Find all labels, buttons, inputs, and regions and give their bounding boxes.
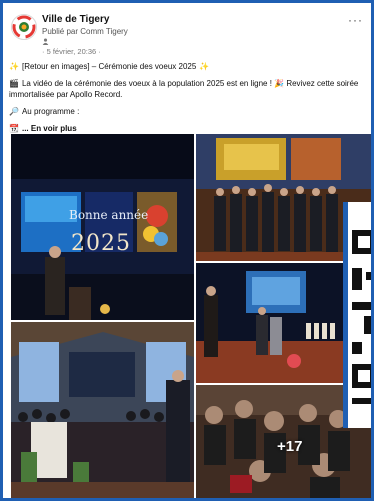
published-by[interactable]: Publié par Comm Tigery — [42, 27, 128, 36]
post-title-line: ✨ [Retour en images] – Cérémonie des voeu… — [9, 61, 363, 72]
qr-module — [364, 316, 371, 334]
qr-module — [366, 272, 371, 280]
see-more-link[interactable]: ... En voir plus — [22, 124, 77, 133]
program-label: Au programme : — [21, 107, 80, 116]
qr-module — [352, 302, 371, 310]
post-date[interactable]: · 5 février, 20:36 · — [42, 47, 101, 56]
sparkle-icon: ✨ — [199, 62, 210, 71]
more-options-button[interactable]: ··· — [348, 13, 363, 27]
camera-icon: 🎬 — [9, 79, 19, 88]
sparkle-icon: ✨ — [9, 62, 19, 71]
photo-gallery: Bonne année 2025 +17 — [6, 134, 371, 498]
qr-module — [352, 268, 362, 290]
post-header: Ville de Tigery Publié par Comm Tigery ·… — [9, 11, 365, 59]
see-more-line: 📆... En voir plus — [9, 123, 363, 134]
photo-hall-audience[interactable] — [11, 322, 194, 498]
photo-stage-speech[interactable] — [196, 263, 345, 383]
page-avatar[interactable] — [11, 14, 37, 40]
admin-icon — [42, 38, 49, 47]
photo-stage-screen[interactable]: Bonne année 2025 — [11, 134, 194, 320]
qr-module — [352, 342, 362, 354]
program-line: 🔎 Au programme : — [9, 106, 363, 117]
post-description: La vidéo de la cérémonie des voeux à la … — [9, 79, 359, 99]
qr-module — [352, 398, 371, 404]
qr-module — [358, 370, 370, 382]
post-card: Ville de Tigery Publié par Comm Tigery ·… — [3, 3, 371, 498]
page-name[interactable]: Ville de Tigery — [42, 14, 109, 25]
screen-year: 2025 — [71, 231, 131, 256]
post-text: ✨ [Retour en images] – Cérémonie des voeu… — [9, 61, 363, 140]
post-title: [Retour en images] – Cérémonie des voeux… — [21, 62, 197, 71]
more-photos-count[interactable]: +17 — [277, 438, 302, 455]
photo-stage-speech-image — [196, 263, 345, 383]
photo-stage-screen-image — [11, 134, 194, 320]
calendar-icon: 📆 — [9, 124, 19, 133]
qr-module — [358, 236, 370, 248]
qr-code — [343, 202, 371, 428]
screen-text: Bonne année — [69, 208, 149, 222]
post-description-line: 🎬 La vidéo de la cérémonie des voeux à la… — [9, 78, 363, 100]
magnifier-icon: 🔎 — [9, 107, 19, 116]
photo-hall-audience-image — [11, 322, 194, 498]
